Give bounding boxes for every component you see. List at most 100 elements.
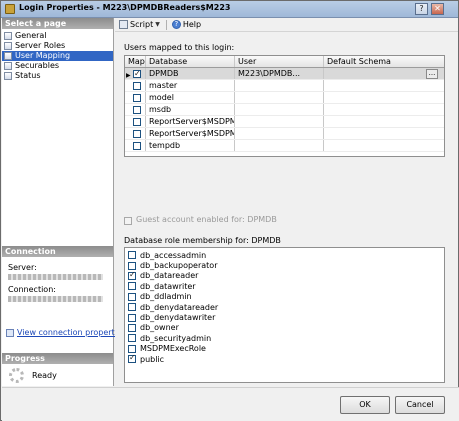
map-checkbox[interactable]	[133, 106, 141, 114]
user-cell[interactable]	[235, 104, 324, 115]
connection-heading: Connection	[2, 246, 113, 257]
table-row[interactable]: master	[125, 80, 444, 92]
user-cell[interactable]	[235, 116, 324, 127]
page-item-user-mapping[interactable]: User Mapping	[2, 51, 113, 61]
grid-body: ▶DPMDBM223\DPMDB......mastermodelmsdbRep…	[125, 68, 444, 152]
role-item[interactable]: public	[125, 353, 444, 364]
user-mapping-grid: Map Database User Default Schema ▶ DPMDBM…	[124, 55, 445, 157]
default-schema-cell[interactable]	[324, 92, 439, 103]
help-button[interactable]: ? Help	[171, 20, 201, 29]
link-icon	[6, 328, 14, 337]
table-row[interactable]: tempdb	[125, 140, 444, 152]
role-item[interactable]: db_denydatawriter	[125, 312, 444, 322]
page-item-server-roles[interactable]: Server Roles	[2, 41, 113, 51]
default-schema-cell[interactable]	[324, 104, 439, 115]
user-cell[interactable]	[235, 92, 324, 103]
role-checkbox[interactable]	[128, 303, 136, 312]
role-item[interactable]: db_ddladmin	[125, 292, 444, 302]
database-cell: model	[146, 92, 235, 103]
default-schema-cell[interactable]	[324, 128, 439, 139]
login-properties-window: Login Properties - M223\DPMDBReaders$M22…	[0, 0, 459, 421]
connection-label: Connection:	[8, 285, 56, 294]
column-default-schema[interactable]: Default Schema	[324, 56, 439, 67]
map-checkbox[interactable]	[133, 68, 141, 79]
default-schema-cell[interactable]	[324, 116, 439, 127]
page-item-general[interactable]: General	[2, 31, 113, 41]
help-title-button[interactable]: ?	[415, 3, 428, 15]
select-page-heading: Select a page	[2, 18, 113, 29]
map-cell: ▶	[125, 68, 146, 79]
left-pane: Select a page General Server Roles User Ma…	[2, 18, 126, 386]
browse-schema-button[interactable]: ...	[426, 69, 438, 79]
cancel-button[interactable]: Cancel	[395, 396, 445, 414]
role-name: db_owner	[140, 323, 179, 333]
role-checkbox[interactable]	[128, 292, 136, 301]
connection-value-redacted	[8, 296, 103, 302]
map-checkbox[interactable]	[133, 142, 141, 150]
table-row[interactable]: ReportServer$MSDPM2...	[125, 116, 444, 128]
map-checkbox[interactable]	[133, 118, 141, 126]
page-item-securables[interactable]: Securables	[2, 61, 113, 71]
role-checkbox[interactable]	[128, 323, 136, 332]
user-cell[interactable]: M223\DPMDB...	[235, 68, 324, 79]
column-map[interactable]: Map	[125, 56, 146, 67]
user-cell[interactable]	[235, 80, 324, 91]
guest-label: Guest account enabled for: DPMDB	[136, 215, 277, 224]
title-bar[interactable]: Login Properties - M223\DPMDBReaders$M22…	[1, 1, 458, 18]
map-checkbox[interactable]	[133, 82, 141, 90]
user-cell[interactable]	[235, 140, 324, 151]
view-connection-properties[interactable]: View connection properties	[6, 328, 126, 337]
role-checkbox[interactable]	[128, 261, 136, 270]
guest-account-option: Guest account enabled for: DPMDB	[124, 215, 277, 225]
page-item-label: Status	[15, 71, 41, 80]
view-connection-link[interactable]: View connection properties	[17, 328, 126, 337]
table-row[interactable]: ReportServer$MSDPM2...	[125, 128, 444, 140]
grid-header: Map Database User Default Schema	[125, 56, 444, 68]
role-item[interactable]: db_denydatareader	[125, 302, 444, 312]
default-schema-cell[interactable]: ...	[324, 68, 439, 79]
role-checkbox[interactable]	[128, 353, 136, 364]
role-checkbox[interactable]	[128, 334, 136, 343]
map-cell	[125, 140, 146, 151]
ok-button[interactable]: OK	[340, 396, 390, 414]
window-title: Login Properties - M223\DPMDBReaders$M22…	[19, 3, 231, 12]
role-item[interactable]: db_securityadmin	[125, 333, 444, 343]
default-schema-cell[interactable]	[324, 140, 439, 151]
role-checkbox[interactable]	[128, 313, 136, 322]
user-cell[interactable]	[235, 128, 324, 139]
role-item[interactable]: MSDPMExecRole	[125, 344, 444, 354]
close-button[interactable]: ✕	[431, 3, 444, 15]
spinner-icon	[9, 368, 24, 383]
role-checkbox[interactable]	[128, 251, 136, 260]
default-schema-cell[interactable]	[324, 80, 439, 91]
role-item[interactable]: db_datareader	[125, 270, 444, 281]
table-row[interactable]: model	[125, 92, 444, 104]
role-item[interactable]: db_accessadmin	[125, 250, 444, 260]
role-item[interactable]: db_backupoperator	[125, 260, 444, 270]
map-cell	[125, 80, 146, 91]
map-cell	[125, 104, 146, 115]
role-checkbox[interactable]	[128, 344, 136, 353]
script-button[interactable]: Script ▼	[119, 20, 160, 29]
role-item[interactable]: db_datawriter	[125, 281, 444, 291]
column-database[interactable]: Database	[146, 56, 235, 67]
role-checkbox[interactable]	[128, 282, 136, 291]
role-item[interactable]: db_owner	[125, 323, 444, 333]
database-cell: ReportServer$MSDPM2...	[146, 128, 235, 139]
map-checkbox[interactable]	[133, 130, 141, 138]
users-mapped-label: Users mapped to this login:	[124, 43, 235, 52]
page-list: General Server Roles User Mapping Securable…	[2, 29, 113, 81]
column-user[interactable]: User	[235, 56, 324, 67]
server-label: Server:	[8, 263, 37, 272]
table-row[interactable]: msdb	[125, 104, 444, 116]
map-checkbox[interactable]	[133, 94, 141, 102]
progress-heading: Progress	[2, 353, 113, 364]
database-cell: ReportServer$MSDPM2...	[146, 116, 235, 127]
role-checkbox[interactable]	[128, 270, 136, 280]
chevron-down-icon[interactable]: ▼	[155, 21, 160, 28]
page-item-label: General	[15, 31, 47, 40]
server-value-redacted	[8, 274, 103, 280]
progress-status: Ready	[9, 368, 57, 383]
page-item-status[interactable]: Status	[2, 71, 113, 81]
table-row[interactable]: ▶ DPMDBM223\DPMDB......	[125, 68, 444, 80]
